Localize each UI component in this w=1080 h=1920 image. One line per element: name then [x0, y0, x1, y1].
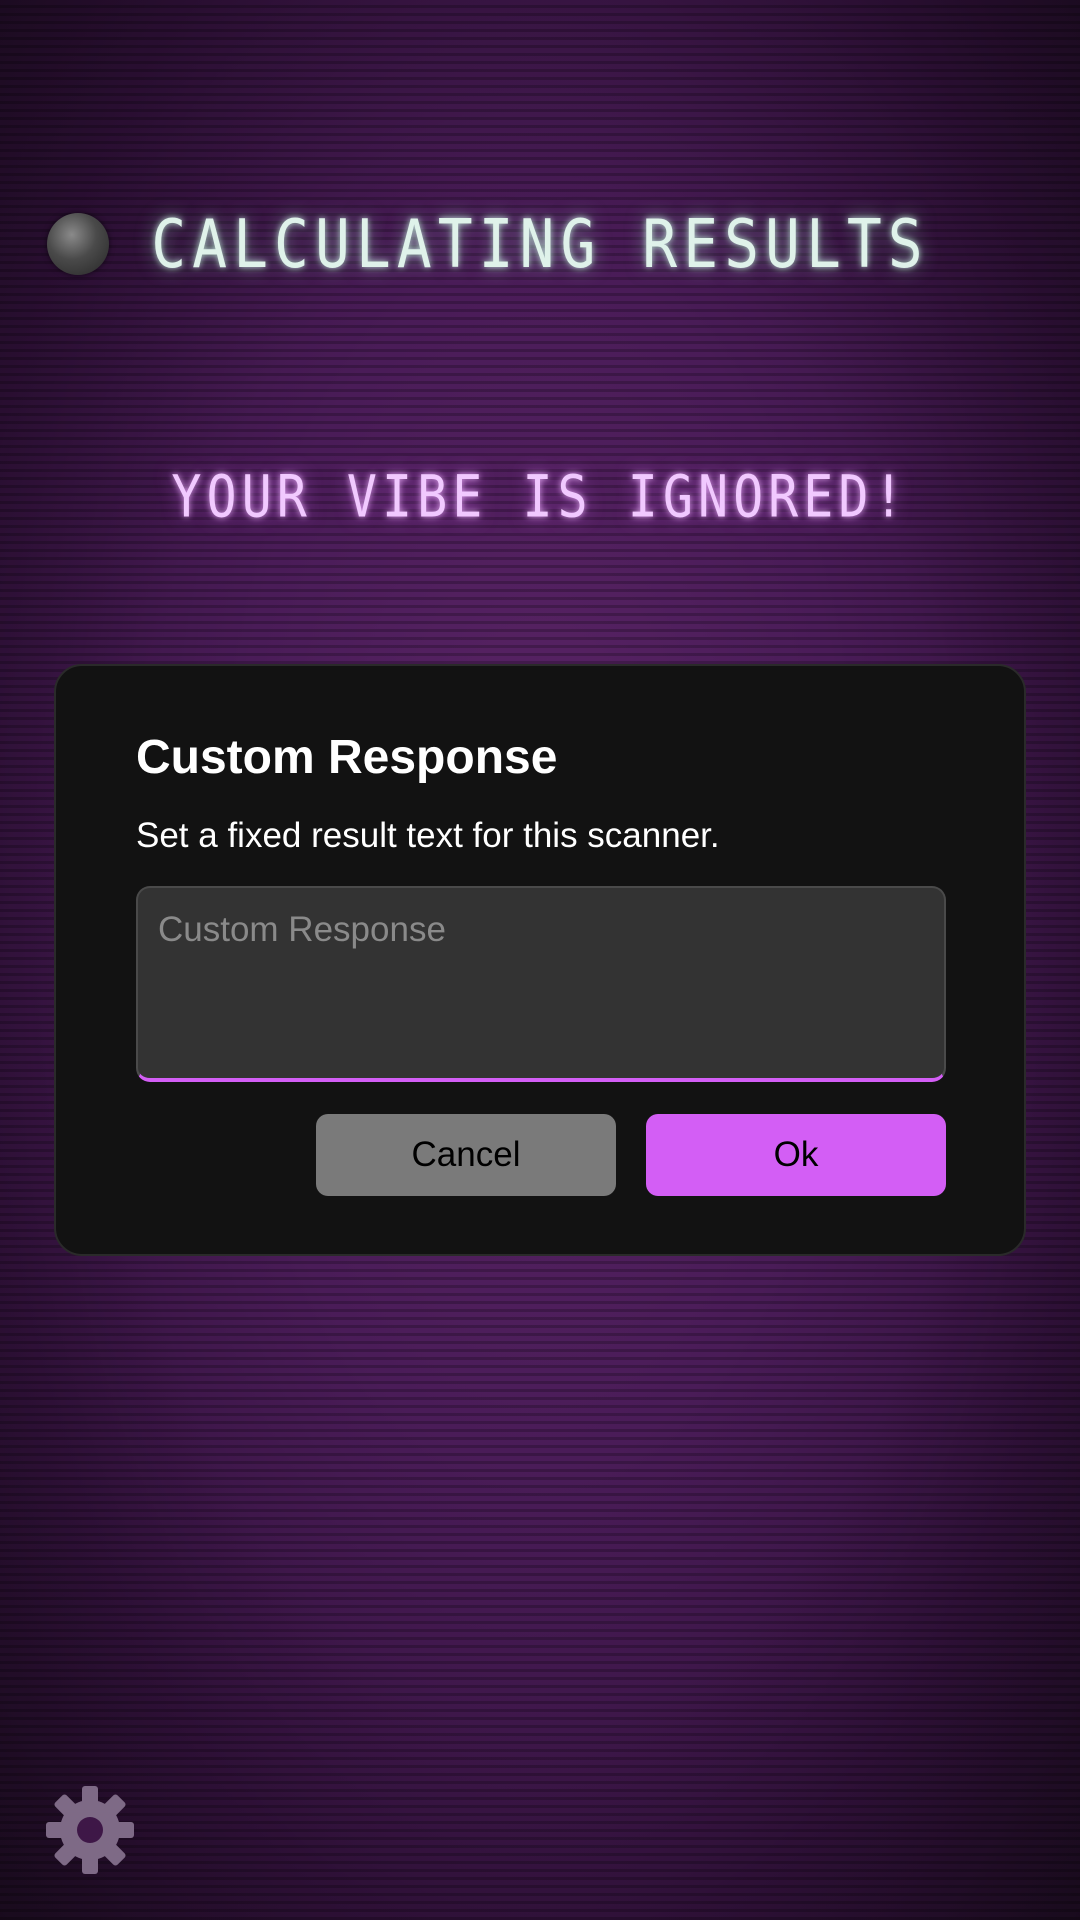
cancel-button[interactable]: Cancel: [316, 1114, 616, 1196]
dialog-title: Custom Response: [136, 731, 558, 784]
settings-button[interactable]: [40, 1780, 140, 1880]
gear-icon: [46, 1786, 134, 1874]
dialog-description: Set a fixed result text for this scanner…: [136, 816, 720, 855]
headline-text: CALCULATING RESULTS: [151, 204, 929, 284]
scanner-screen: CALCULATING RESULTS YOUR VIBE IS IGNORED…: [0, 0, 1080, 1920]
ok-button[interactable]: Ok: [646, 1114, 946, 1196]
custom-response-input[interactable]: [136, 886, 946, 1082]
custom-response-dialog: Custom Response Set a fixed result text …: [54, 664, 1026, 1256]
result-text: YOUR VIBE IS IGNORED!: [171, 463, 909, 531]
